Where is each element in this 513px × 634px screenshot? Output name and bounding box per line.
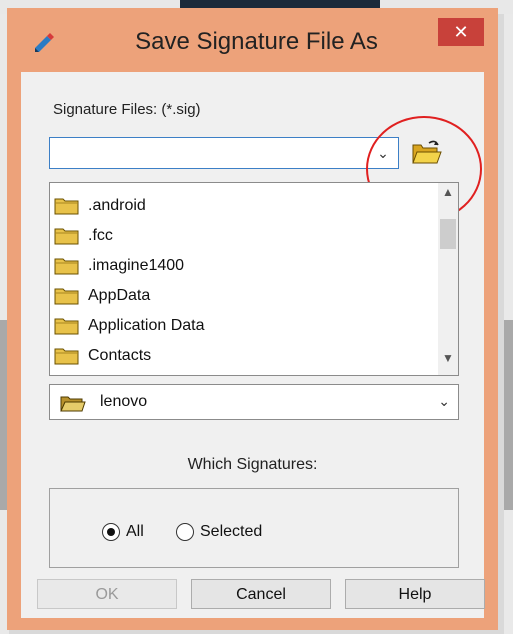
ok-button[interactable]: OK (37, 579, 177, 609)
which-signatures-label: Which Signatures: (187, 456, 318, 473)
help-button[interactable]: Help (345, 579, 485, 609)
folder-icon (54, 258, 79, 275)
current-folder-combobox[interactable]: lenovo ⌄ (49, 384, 459, 420)
folder-list-scrollbar[interactable]: ▲ ▼ (438, 183, 458, 375)
radio-all-label: All (126, 523, 144, 540)
folder-icon (54, 288, 79, 305)
radio-all[interactable]: All (102, 523, 144, 541)
folder-name: .imagine1400 (88, 257, 185, 274)
folder-name: .fcc (88, 227, 113, 244)
which-signatures-group: All Selected (49, 488, 459, 568)
folder-name: Application Data (88, 317, 205, 334)
scroll-thumb[interactable] (440, 219, 456, 249)
current-folder-name: lenovo (100, 393, 148, 410)
folder-name: Contacts (88, 347, 152, 364)
folder-name: AppData (88, 287, 151, 304)
close-icon: ✕ (453, 22, 469, 42)
folder-list-item[interactable]: Application Data (54, 311, 205, 341)
background-panel-right (504, 320, 513, 510)
open-folder-icon (60, 396, 86, 412)
folder-icon (54, 198, 79, 215)
folder-list-item[interactable]: .imagine1400 (54, 251, 205, 281)
folder-list-item[interactable]: Contacts (54, 341, 205, 371)
folder-list-item[interactable]: .android (54, 191, 205, 221)
close-button[interactable]: ✕ (438, 18, 484, 46)
cancel-button[interactable]: Cancel (191, 579, 331, 609)
chevron-down-icon[interactable]: ⌄ (438, 393, 450, 410)
radio-selected-indicator[interactable] (176, 523, 194, 541)
radio-selected[interactable]: Selected (176, 523, 262, 541)
title-bar[interactable]: Save Signature File As ✕ (7, 8, 498, 72)
dialog-body: Signature Files: (*.sig) ⌄ .android .fcc.… (21, 72, 485, 618)
scroll-down-icon[interactable]: ▼ (438, 351, 458, 373)
folder-list[interactable]: .android .fcc .imagine1400 AppData Applicati… (49, 182, 459, 376)
radio-selected-label: Selected (200, 523, 263, 540)
folder-name: .android (88, 197, 146, 214)
folder-list-item[interactable]: .fcc (54, 221, 205, 251)
folder-icon (54, 228, 79, 245)
folder-icon (54, 318, 79, 335)
signature-files-label: Signature Files: (*.sig) (53, 101, 201, 118)
folder-items: .android .fcc .imagine1400 AppData Applicati… (54, 191, 205, 371)
radio-all-indicator[interactable] (102, 523, 120, 541)
save-signature-dialog: Save Signature File As ✕ Signature Files… (7, 8, 498, 630)
file-name-combobox[interactable]: ⌄ (49, 137, 399, 169)
dialog-title: Save Signature File As (135, 28, 378, 55)
scroll-up-icon[interactable]: ▲ (438, 185, 458, 207)
folder-icon (54, 348, 79, 365)
folder-list-item[interactable]: AppData (54, 281, 205, 311)
